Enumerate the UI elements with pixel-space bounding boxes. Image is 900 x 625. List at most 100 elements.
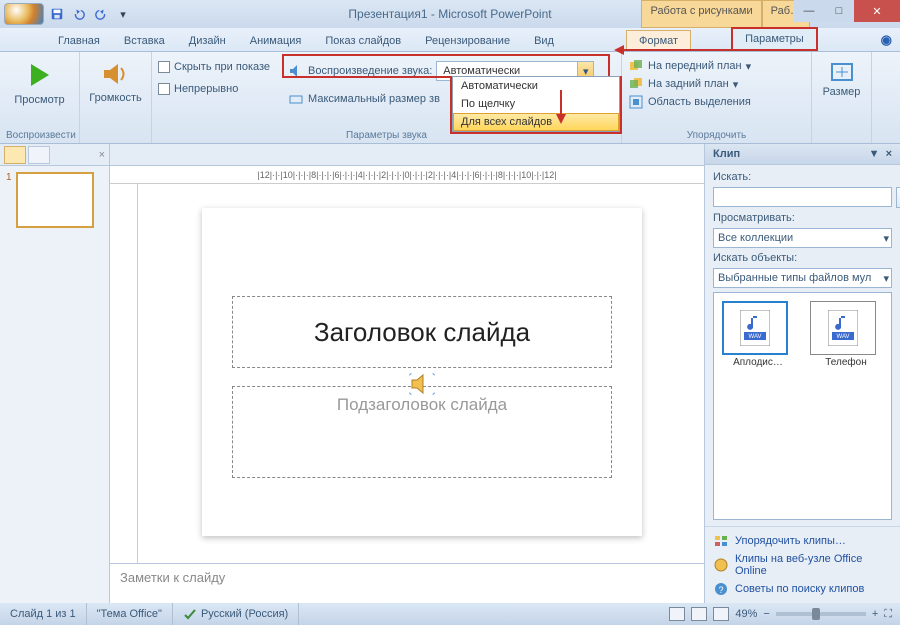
vertical-ruler [120, 184, 138, 563]
fit-to-window-icon[interactable]: ⛶ [884, 608, 892, 621]
selection-pane-button[interactable]: Область выделения [628, 94, 805, 110]
quick-access-toolbar: ▾ [48, 5, 132, 23]
minimize-button[interactable]: — [794, 0, 824, 22]
play-icon [31, 64, 49, 86]
hide-on-show-checkbox[interactable]: Скрыть при показе [158, 60, 270, 74]
zoom-value: 49% [735, 608, 757, 620]
title-bar: ▾ Презентация1 - Microsoft PowerPoint Ра… [0, 0, 900, 28]
clip-pane: Клип ▼ × Искать: Начать Просматривать: В… [704, 144, 900, 603]
dropdown-item-allslides[interactable]: Для всех слайдов [453, 113, 619, 131]
tab-home[interactable]: Главная [46, 31, 112, 51]
status-bar: Слайд 1 из 1 "Тема Office" Русский (Росс… [0, 603, 900, 625]
tab-insert[interactable]: Вставка [112, 31, 177, 51]
help-icon[interactable]: ◉ [881, 32, 892, 48]
status-language[interactable]: Русский (Россия) [173, 603, 299, 625]
qat-dropdown-icon[interactable]: ▾ [114, 5, 132, 23]
sound-object-icon[interactable] [409, 373, 435, 395]
dropdown-item-auto[interactable]: Автоматически [453, 77, 619, 95]
objects-label: Искать объекты: [713, 252, 892, 264]
tab-review[interactable]: Рецензирование [413, 31, 522, 51]
subtitle-placeholder[interactable]: Подзаголовок слайда [232, 386, 612, 478]
send-back-label: На задний план [648, 78, 729, 90]
close-button[interactable]: ✕ [854, 0, 900, 22]
organize-clips-link[interactable]: Упорядочить клипы… [713, 531, 892, 551]
tab-animation[interactable]: Анимация [238, 31, 314, 51]
sorter-view-icon[interactable] [691, 607, 707, 621]
chevron-down-icon: ▾ [883, 232, 889, 245]
tab-design[interactable]: Дизайн [177, 31, 238, 51]
size-icon [288, 91, 304, 107]
ribbon-group-arrange: На передний план▾ На задний план▾ Област… [622, 52, 812, 143]
group-label-arrange: Упорядочить [628, 128, 805, 143]
preview-button[interactable]: Просмотр [6, 56, 73, 108]
size-icon [828, 60, 856, 86]
slides-tab-icon[interactable] [4, 146, 26, 164]
group-label-size [818, 128, 865, 143]
preview-label: Просмотр [14, 94, 64, 106]
slide-thumbnail-1[interactable]: 1 [0, 166, 109, 234]
office-button[interactable] [4, 3, 44, 25]
ribbon-tabs: Главная Вставка Дизайн Анимация Показ сл… [0, 28, 900, 52]
notes-pane[interactable]: Заметки к слайду [110, 563, 704, 603]
normal-view-icon[interactable] [669, 607, 685, 621]
window-controls: — □ ✕ [794, 0, 900, 22]
clip-browse-select[interactable]: Все коллекции ▾ [713, 228, 892, 248]
loop-checkbox[interactable]: Непрерывно [158, 82, 270, 96]
redo-icon[interactable] [92, 5, 110, 23]
slide-panel-viewbar: × [0, 144, 109, 166]
panel-close-icon[interactable]: × [99, 149, 105, 161]
clip-item[interactable]: WAV Телефон [810, 301, 882, 368]
context-tab-group: Работа с рисунками Раб… [641, 0, 810, 28]
chevron-down-icon[interactable]: ▼ [869, 148, 880, 160]
clip-search-input[interactable] [713, 187, 892, 207]
svg-text:WAV: WAV [749, 334, 762, 340]
save-icon[interactable] [48, 5, 66, 23]
help-icon: ? [713, 581, 729, 597]
outline-tab-icon[interactable] [28, 146, 50, 164]
undo-icon[interactable] [70, 5, 88, 23]
window-title: Презентация1 - Microsoft PowerPoint [348, 7, 551, 21]
title-placeholder[interactable]: Заголовок слайда [232, 296, 612, 368]
top-strip [110, 144, 704, 166]
clip-go-button[interactable]: Начать [896, 187, 900, 208]
chevron-down-icon: ▾ [883, 272, 889, 285]
clip-pane-links: Упорядочить клипы… Клипы на веб-узле Off… [705, 526, 900, 603]
clip-objects-select[interactable]: Выбранные типы файлов мул ▾ [713, 268, 892, 288]
office-online-link[interactable]: Клипы на веб-узле Office Online [713, 551, 892, 579]
volume-button[interactable]: Громкость [86, 56, 145, 106]
thumb-number: 1 [6, 172, 12, 228]
organize-icon [713, 533, 729, 549]
slide-edit-area: |12|·|·|10|·|·|·|8|·|·|·|6|·|·|·|4|·|·|·… [110, 144, 704, 603]
status-right: 49% − + ⛶ [661, 607, 900, 621]
group-label-volume [86, 128, 145, 143]
status-slide: Слайд 1 из 1 [0, 603, 87, 625]
bring-front-icon [628, 58, 644, 74]
sound-icon [288, 63, 304, 79]
checkbox-icon [158, 61, 170, 73]
send-back-icon [628, 76, 644, 92]
maximize-button[interactable]: □ [824, 0, 854, 22]
max-size-label: Максимальный размер зв [308, 93, 440, 105]
tab-view[interactable]: Вид [522, 31, 566, 51]
slide[interactable]: Заголовок слайда Подзаголовок слайда [202, 208, 642, 536]
zoom-slider[interactable] [776, 612, 866, 616]
dropdown-item-onclick[interactable]: По щелчку [453, 95, 619, 113]
speaker-icon [102, 62, 130, 86]
send-to-back-button[interactable]: На задний план▾ [628, 76, 805, 92]
bring-to-front-button[interactable]: На передний план▾ [628, 58, 805, 74]
tab-slideshow[interactable]: Показ слайдов [313, 31, 413, 51]
slideshow-view-icon[interactable] [713, 607, 729, 621]
clip-browse-value: Все коллекции [718, 232, 793, 244]
clip-caption: Телефон [810, 357, 882, 368]
clip-item[interactable]: WAV Аплодис… [722, 301, 794, 368]
pane-close-icon[interactable]: × [886, 148, 892, 160]
horizontal-ruler: |12|·|·|10|·|·|·|8|·|·|·|6|·|·|·|4|·|·|·… [110, 166, 704, 184]
ribbon-group-volume: Громкость [80, 52, 152, 143]
slide-canvas-area[interactable]: Заголовок слайда Подзаголовок слайда [110, 184, 704, 563]
subtitle-text: Подзаголовок слайда [337, 395, 507, 415]
size-button[interactable]: Размер [818, 56, 865, 102]
zoom-out-button[interactable]: − [763, 608, 769, 620]
search-tips-link[interactable]: ?Советы по поиску клипов [713, 579, 892, 599]
zoom-in-button[interactable]: + [872, 608, 878, 620]
context-tab-picture-tools[interactable]: Работа с рисунками [641, 0, 761, 28]
